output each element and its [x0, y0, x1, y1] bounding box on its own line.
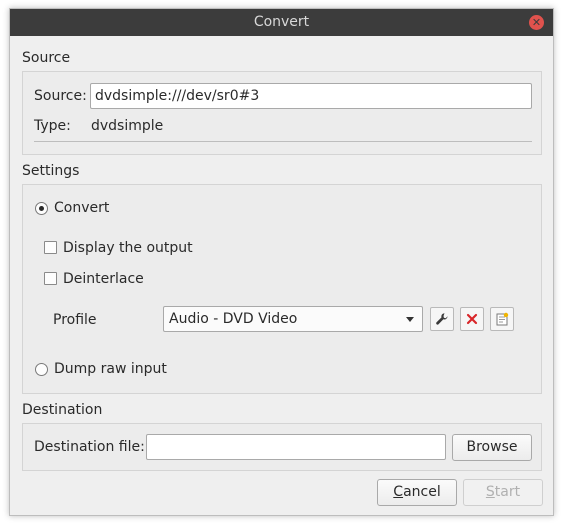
start-button[interactable]: Start [463, 479, 543, 506]
profile-select[interactable]: Audio - DVD Video [163, 306, 423, 332]
settings-group: Convert Display the output Deinterlace P… [22, 184, 542, 394]
profile-select-value: Audio - DVD Video [169, 311, 298, 327]
new-profile-button[interactable] [490, 307, 514, 331]
deinterlace-label[interactable]: Deinterlace [63, 271, 144, 287]
delete-profile-button[interactable] [460, 307, 484, 331]
destination-group: Destination file: Browse [22, 423, 542, 471]
source-group: Source: Type: dvdsimple [22, 71, 542, 155]
wrench-icon [436, 313, 448, 325]
settings-heading: Settings [22, 163, 80, 179]
edit-profile-button[interactable] [430, 307, 454, 331]
close-icon[interactable]: ✕ [529, 15, 544, 30]
title-bar: Convert ✕ [10, 9, 553, 36]
display-output-checkbox[interactable] [44, 241, 57, 254]
dump-raw-radio[interactable] [35, 363, 48, 376]
cancel-button[interactable]: Cancel [377, 479, 457, 506]
new-document-icon [496, 312, 509, 326]
convert-label[interactable]: Convert [54, 200, 109, 216]
type-value: dvdsimple [91, 118, 164, 134]
chevron-down-icon [406, 317, 414, 322]
convert-dialog: Convert ✕ Source Source: Type: dvdsimple… [9, 8, 554, 516]
display-output-label[interactable]: Display the output [63, 240, 193, 256]
destination-heading: Destination [22, 402, 103, 418]
browse-button[interactable]: Browse [452, 434, 532, 461]
source-label: Source: [34, 88, 87, 104]
profile-label: Profile [53, 312, 97, 328]
source-divider [34, 141, 532, 142]
delete-icon [466, 313, 478, 325]
convert-radio[interactable] [35, 202, 48, 215]
destination-file-label: Destination file: [34, 439, 145, 455]
destination-file-input[interactable] [146, 434, 446, 460]
source-input[interactable] [90, 83, 532, 109]
source-heading: Source [22, 50, 71, 66]
dump-raw-label[interactable]: Dump raw input [54, 361, 167, 377]
window-title: Convert [253, 14, 310, 30]
deinterlace-checkbox[interactable] [44, 272, 57, 285]
type-label: Type: [34, 118, 71, 134]
